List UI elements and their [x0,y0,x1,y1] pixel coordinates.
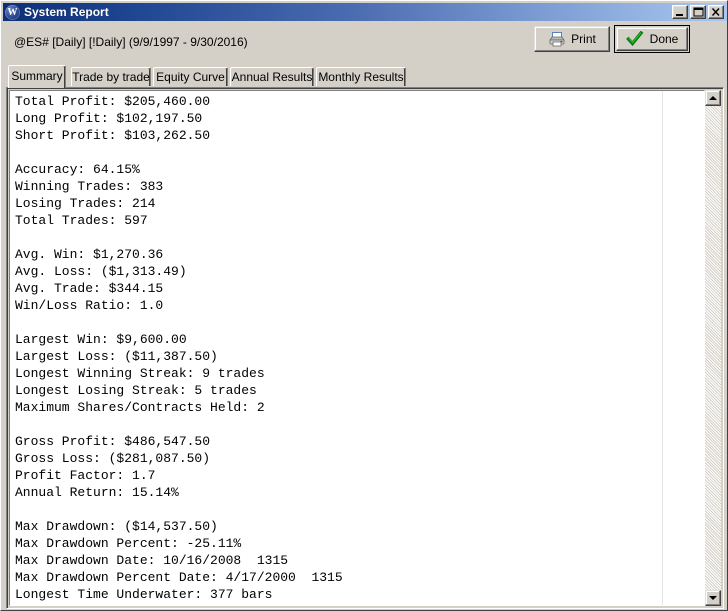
vertical-scrollbar[interactable] [705,90,721,606]
scroll-down-arrow-icon [709,596,717,600]
minimize-icon [676,14,683,16]
system-report-window: W System Report @ES# [Daily] [!Daily] (9… [0,0,728,611]
scroll-up-arrow-icon [709,96,717,100]
tab-equity-curve-label: Equity Curve [156,70,225,84]
tab-equity-curve[interactable]: Equity Curve [153,67,228,86]
tab-monthly-results[interactable]: Monthly Results [316,67,406,86]
tab-annual-results[interactable]: Annual Results [230,67,314,86]
header-bar: @ES# [Daily] [!Daily] (9/9/1997 - 9/30/2… [3,23,727,63]
done-button[interactable]: Done [614,25,690,53]
summary-report-text: Total Profit: $205,460.00 Long Profit: $… [15,94,343,602]
printer-icon [549,32,565,47]
window-controls [672,5,726,19]
checkmark-icon [625,31,644,47]
window-title: System Report [24,5,109,19]
tab-summary-label: Summary [11,69,63,83]
tab-annual-results-label: Annual Results [231,70,313,84]
print-button[interactable]: Print [534,26,610,52]
maximize-icon [693,7,704,17]
done-button-label: Done [649,32,679,46]
symbol-info-label: @ES# [Daily] [!Daily] (9/9/1997 - 9/30/2… [14,35,248,49]
close-icon [711,8,720,16]
report-text-area[interactable]: Total Profit: $205,460.00 Long Profit: $… [9,90,705,606]
scroll-up-button[interactable] [705,90,721,106]
print-button-label: Print [571,32,596,46]
maximize-button[interactable] [690,5,706,19]
tab-trade-by-trade-label: Trade by trade [72,70,150,84]
tab-summary[interactable]: Summary [8,65,66,88]
minimize-button[interactable] [672,5,688,19]
close-button[interactable] [708,5,724,19]
title-bar: W System Report [3,3,727,21]
print-margin-guide [662,91,663,605]
app-logo-icon: W [5,4,20,20]
tab-strip: Summary Trade by trade Equity Curve Annu… [8,65,721,88]
report-panel: Total Profit: $205,460.00 Long Profit: $… [6,87,724,609]
tab-trade-by-trade[interactable]: Trade by trade [71,67,151,86]
scroll-down-button[interactable] [705,590,721,606]
tab-monthly-results-label: Monthly Results [318,70,404,84]
